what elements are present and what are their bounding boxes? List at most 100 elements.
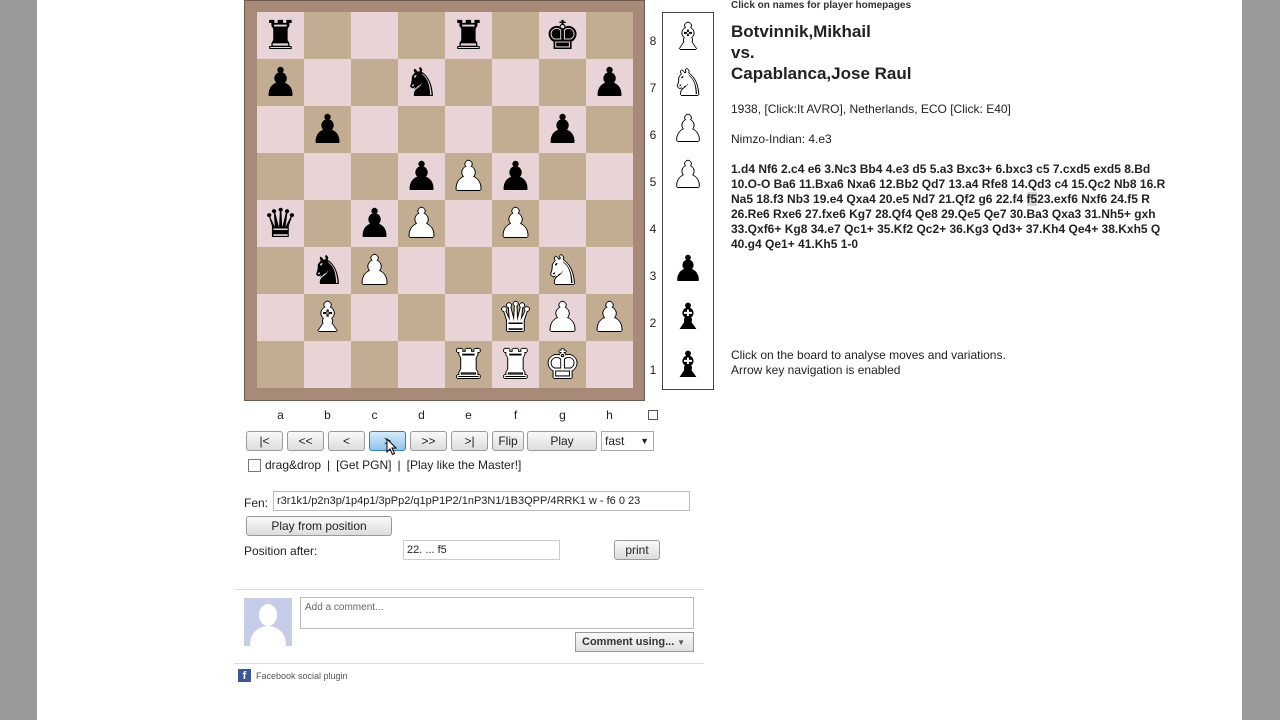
forward-five-button[interactable]: >> <box>410 431 447 451</box>
square-b7[interactable] <box>304 59 351 106</box>
square-g4[interactable] <box>539 200 586 247</box>
square-h6[interactable] <box>586 106 633 153</box>
square-c7[interactable] <box>351 59 398 106</box>
black-pawn-icon[interactable]: ♟ <box>498 157 534 197</box>
square-f7[interactable] <box>492 59 539 106</box>
move-line-text[interactable]: 1.d4 Nf6 2.c4 e6 3.Nc3 Bb4 4.e3 d5 5.a3 … <box>731 162 1150 176</box>
square-a5[interactable] <box>257 153 304 200</box>
white-pawn-icon[interactable]: ♟ <box>357 251 393 291</box>
fen-input[interactable]: r3r1k1/p2n3p/1p4p1/3pPp2/q1pP1P2/1nP3N1/… <box>273 491 690 511</box>
print-button[interactable]: print <box>614 540 660 560</box>
black-pawn-icon[interactable]: ♟ <box>592 63 628 103</box>
square-h3[interactable] <box>586 247 633 294</box>
square-e2[interactable] <box>445 294 492 341</box>
square-h5[interactable] <box>586 153 633 200</box>
square-c8[interactable] <box>351 12 398 59</box>
first-move-button[interactable]: |< <box>246 431 283 451</box>
white-rook-icon[interactable]: ♜ <box>451 345 487 385</box>
square-d8[interactable] <box>398 12 445 59</box>
square-c6[interactable] <box>351 106 398 153</box>
square-b5[interactable] <box>304 153 351 200</box>
square-g3[interactable]: ♞ <box>539 247 586 294</box>
white-player-link[interactable]: Botvinnik,Mikhail <box>731 22 871 42</box>
square-e7[interactable] <box>445 59 492 106</box>
move-line[interactable]: 40.g4 Qe1+ 41.Kh5 1-0 <box>731 237 1242 252</box>
current-move[interactable]: f5 <box>1026 192 1038 206</box>
black-rook-icon[interactable]: ♜ <box>263 16 299 56</box>
back-button[interactable]: < <box>328 431 365 451</box>
move-list[interactable]: 1.d4 Nf6 2.c4 e6 3.Nc3 Bb4 4.e3 d5 5.a3 … <box>731 162 1242 252</box>
black-king-icon[interactable]: ♚ <box>545 16 581 56</box>
move-line[interactable]: 10.O-O Ba6 11.Bxa6 Nxa6 12.Bb2 Qd7 13.a4… <box>731 177 1242 192</box>
square-b8[interactable] <box>304 12 351 59</box>
square-e4[interactable] <box>445 200 492 247</box>
square-h4[interactable] <box>586 200 633 247</box>
square-f8[interactable] <box>492 12 539 59</box>
square-f6[interactable] <box>492 106 539 153</box>
black-pawn-icon[interactable]: ♟ <box>404 157 440 197</box>
back-five-button[interactable]: << <box>287 431 324 451</box>
square-h2[interactable]: ♟ <box>586 294 633 341</box>
move-line-tail[interactable]: 23.exf6 Nxf6 24.f5 R <box>1037 192 1150 206</box>
get-pgn-link[interactable]: [Get PGN] <box>336 458 391 472</box>
square-g8[interactable]: ♚ <box>539 12 586 59</box>
square-f3[interactable] <box>492 247 539 294</box>
square-d1[interactable] <box>398 341 445 388</box>
comment-input[interactable]: Add a comment... <box>300 597 694 629</box>
square-g2[interactable]: ♟ <box>539 294 586 341</box>
white-pawn-icon[interactable]: ♟ <box>545 298 581 338</box>
position-after-field[interactable]: 22. ... f5 <box>403 540 560 560</box>
square-b1[interactable] <box>304 341 351 388</box>
move-line-text[interactable]: 33.Qxf6+ Kg8 34.e7 Qc1+ 35.Kf2 Qc2+ 36.K… <box>731 222 1160 236</box>
square-f2[interactable]: ♛ <box>492 294 539 341</box>
move-line[interactable]: 1.d4 Nf6 2.c4 e6 3.Nc3 Bb4 4.e3 d5 5.a3 … <box>731 162 1242 177</box>
square-g5[interactable] <box>539 153 586 200</box>
move-line-text[interactable]: Na5 18.f3 Nb3 19.e4 Qxa4 20.e5 Nd7 21.Qf… <box>731 192 1027 206</box>
comment-using-button[interactable]: Comment using... ▼ <box>575 632 694 652</box>
square-c2[interactable] <box>351 294 398 341</box>
black-queen-icon[interactable]: ♛ <box>263 204 299 244</box>
square-d5[interactable]: ♟ <box>398 153 445 200</box>
square-a7[interactable]: ♟ <box>257 59 304 106</box>
square-a6[interactable] <box>257 106 304 153</box>
white-queen-icon[interactable]: ♛ <box>498 298 534 338</box>
square-h7[interactable]: ♟ <box>586 59 633 106</box>
square-b2[interactable]: ♝ <box>304 294 351 341</box>
square-g1[interactable]: ♚ <box>539 341 586 388</box>
square-e5[interactable]: ♟ <box>445 153 492 200</box>
square-a3[interactable] <box>257 247 304 294</box>
flip-button[interactable]: Flip <box>492 431 524 451</box>
square-f1[interactable]: ♜ <box>492 341 539 388</box>
board-flip-checkbox[interactable] <box>648 410 658 420</box>
square-g6[interactable]: ♟ <box>539 106 586 153</box>
black-pawn-icon[interactable]: ♟ <box>310 110 346 150</box>
square-e8[interactable]: ♜ <box>445 12 492 59</box>
square-d2[interactable] <box>398 294 445 341</box>
play-from-position-button[interactable]: Play from position <box>246 516 392 536</box>
white-pawn-icon[interactable]: ♟ <box>592 298 628 338</box>
square-c1[interactable] <box>351 341 398 388</box>
black-player-link[interactable]: Capablanca,Jose Raul <box>731 64 911 84</box>
move-line[interactable]: 33.Qxf6+ Kg8 34.e7 Qc1+ 35.Kf2 Qc2+ 36.K… <box>731 222 1242 237</box>
move-line-text[interactable]: 26.Re6 Rxe6 27.fxe6 Kg7 28.Qf4 Qe8 29.Qe… <box>731 207 1156 221</box>
square-a4[interactable]: ♛ <box>257 200 304 247</box>
square-f4[interactable]: ♟ <box>492 200 539 247</box>
play-like-master-link[interactable]: [Play like the Master!] <box>407 458 522 472</box>
black-pawn-icon[interactable]: ♟ <box>545 110 581 150</box>
white-rook-icon[interactable]: ♜ <box>498 345 534 385</box>
chess-board[interactable]: ♜ ♜ ♚ ♟ ♞ ♟ ♟ ♟ ♟ ♟ ♟ ♛ ♟ ♟ ♟ ♞ ♟ ♞ ♝ ♛ ♟ ♟ ♜ ♜ ♚ <box>257 12 633 388</box>
square-d6[interactable] <box>398 106 445 153</box>
square-b4[interactable] <box>304 200 351 247</box>
white-pawn-icon[interactable]: ♟ <box>498 204 534 244</box>
square-e6[interactable] <box>445 106 492 153</box>
black-pawn-icon[interactable]: ♟ <box>357 204 393 244</box>
square-d3[interactable] <box>398 247 445 294</box>
dragdrop-checkbox[interactable] <box>248 458 261 472</box>
move-line[interactable]: Na5 18.f3 Nb3 19.e4 Qxa4 20.e5 Nd7 21.Qf… <box>731 192 1242 207</box>
square-h8[interactable] <box>586 12 633 59</box>
square-a2[interactable] <box>257 294 304 341</box>
square-b6[interactable]: ♟ <box>304 106 351 153</box>
play-button[interactable]: Play <box>527 431 597 451</box>
black-knight-icon[interactable]: ♞ <box>404 63 440 103</box>
square-c5[interactable] <box>351 153 398 200</box>
